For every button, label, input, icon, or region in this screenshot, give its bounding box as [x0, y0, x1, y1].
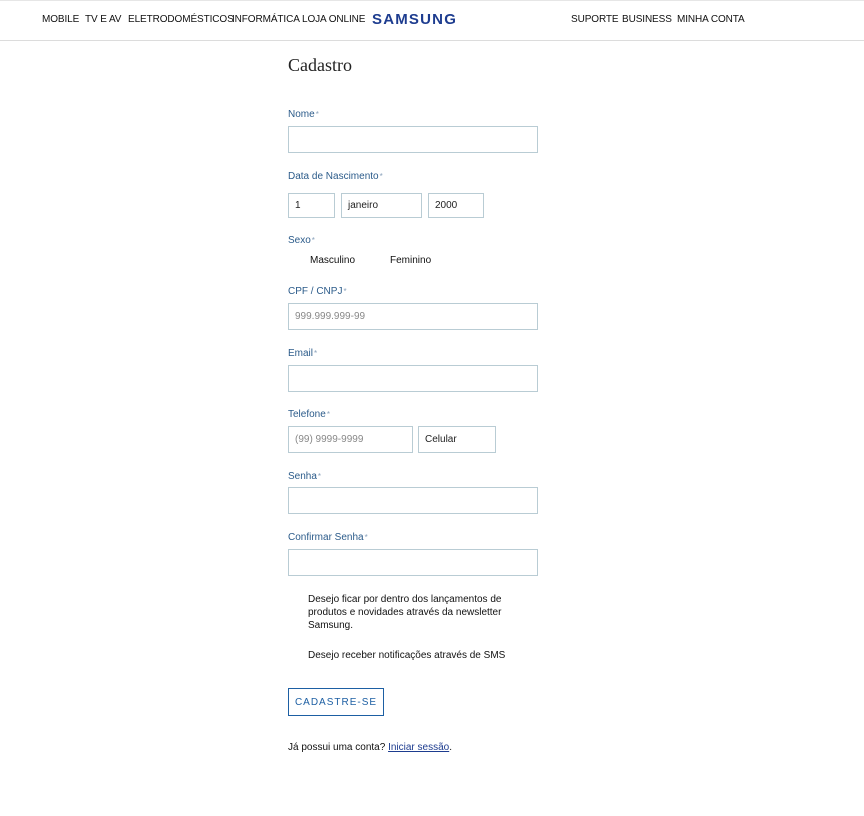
phone-type-value: Celular — [425, 434, 457, 445]
nav-eletrodomesticos[interactable]: ELETRODOMÉSTICOS — [128, 14, 234, 25]
birth-year-select[interactable]: 2000 — [428, 193, 484, 218]
newsletter-checkbox[interactable] — [291, 594, 303, 606]
required-mark: * — [379, 172, 383, 181]
sex-female-radio[interactable] — [372, 255, 384, 267]
required-mark: * — [311, 236, 315, 245]
sex-female-label[interactable]: Feminino — [390, 255, 431, 266]
nav-minha-conta[interactable]: MINHA CONTA — [677, 14, 745, 25]
top-nav: MOBILE TV E AV ELETRODOMÉSTICOS INFORMÁT… — [0, 0, 864, 41]
required-mark: * — [317, 472, 322, 481]
phone-type-select[interactable]: Celular — [418, 426, 496, 453]
page-title: Cadastro — [288, 55, 352, 75]
register-button[interactable]: CADASTRE-SE — [288, 688, 384, 716]
phone-input[interactable] — [288, 426, 413, 453]
name-label: Nome* — [288, 109, 319, 120]
phone-label: Telefone* — [288, 409, 330, 420]
sex-male-label[interactable]: Masculino — [310, 255, 355, 266]
sex-male-radio[interactable] — [292, 255, 304, 267]
nav-loja-online[interactable]: LOJA ONLINE — [302, 14, 365, 25]
login-prompt-line: Já possui uma conta? Iniciar sessão. — [288, 742, 452, 753]
required-mark: * — [343, 287, 347, 296]
login-suffix: . — [449, 742, 452, 753]
sms-label[interactable]: Desejo receber notificações através de S… — [308, 649, 548, 662]
nav-tv-av[interactable]: TV E AV — [85, 14, 121, 25]
confirm-password-label: Confirmar Senha* — [288, 532, 368, 543]
name-input[interactable] — [288, 126, 538, 153]
samsung-logo[interactable]: SAMSUNG — [372, 11, 457, 28]
sex-label: Sexo* — [288, 235, 315, 246]
sms-checkbox[interactable] — [291, 649, 303, 661]
required-mark: * — [364, 533, 368, 542]
email-label: Email* — [288, 348, 318, 359]
birthdate-label: Data de Nascimento* — [288, 171, 383, 182]
nav-suporte[interactable]: SUPORTE — [571, 14, 619, 25]
password-input[interactable] — [288, 487, 538, 514]
required-mark: * — [314, 349, 318, 358]
password-label: Senha* — [288, 471, 322, 482]
required-mark: * — [326, 410, 330, 419]
birth-day-value: 1 — [295, 200, 301, 211]
confirm-password-input[interactable] — [288, 549, 538, 576]
required-mark: * — [315, 110, 319, 119]
login-prompt-text: Já possui uma conta? — [288, 742, 386, 753]
newsletter-label[interactable]: Desejo ficar por dentro dos lançamentos … — [308, 593, 523, 632]
nav-mobile[interactable]: MOBILE — [42, 14, 79, 25]
cpf-input[interactable] — [288, 303, 538, 330]
birth-year-value: 2000 — [435, 200, 458, 211]
nav-informatica[interactable]: INFORMÁTICA — [232, 14, 300, 25]
birth-day-select[interactable]: 1 — [288, 193, 335, 218]
cpf-label: CPF / CNPJ* — [288, 286, 347, 297]
login-link[interactable]: Iniciar sessão — [388, 742, 449, 753]
nav-business[interactable]: BUSINESS — [622, 14, 672, 25]
birth-month-select[interactable]: janeiro — [341, 193, 422, 218]
email-input[interactable] — [288, 365, 538, 392]
birth-month-value: janeiro — [348, 200, 379, 211]
